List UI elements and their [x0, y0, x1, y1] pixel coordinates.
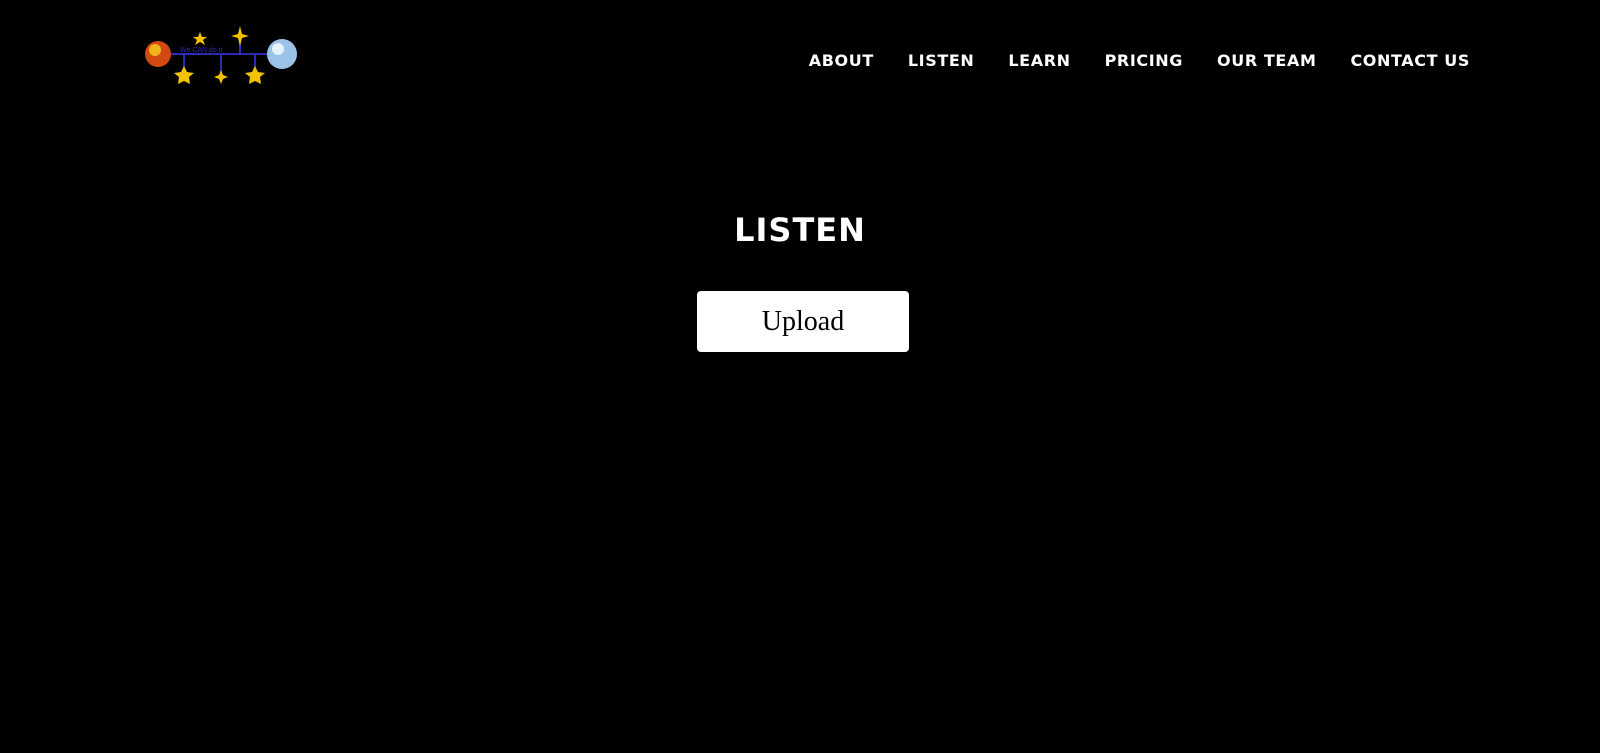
- page-title: LISTEN: [734, 211, 866, 249]
- logo-link[interactable]: We CAN do it: [144, 24, 304, 90]
- nav-link-about[interactable]: ABOUT: [809, 49, 874, 73]
- nav-item: LEARN: [974, 49, 1070, 73]
- nav-link-our-team[interactable]: OUR TEAM: [1217, 49, 1316, 73]
- logo-icon: We CAN do it: [145, 26, 297, 84]
- nav-item: OUR TEAM: [1183, 49, 1316, 73]
- nav-link-listen[interactable]: LISTEN: [908, 49, 975, 73]
- nav-link-learn[interactable]: LEARN: [1008, 49, 1070, 73]
- nav-link-contact-us[interactable]: CONTACT US: [1350, 49, 1470, 73]
- main-nav: ABOUT LISTEN LEARN PRICING OUR TEAM CONT…: [809, 49, 1470, 73]
- nav-item: ABOUT: [809, 49, 874, 73]
- upload-button[interactable]: Upload: [697, 291, 909, 352]
- nav-item: PRICING: [1071, 49, 1183, 73]
- site-header: We CAN do it ABOUT LISTEN LEARN PRICING …: [0, 0, 1600, 120]
- nav-item: CONTACT US: [1316, 49, 1470, 73]
- nav-link-pricing[interactable]: PRICING: [1105, 49, 1183, 73]
- logo-text: We CAN do it: [180, 47, 222, 54]
- hero-section: LISTEN: [0, 204, 1600, 256]
- nav-item: LISTEN: [874, 49, 975, 73]
